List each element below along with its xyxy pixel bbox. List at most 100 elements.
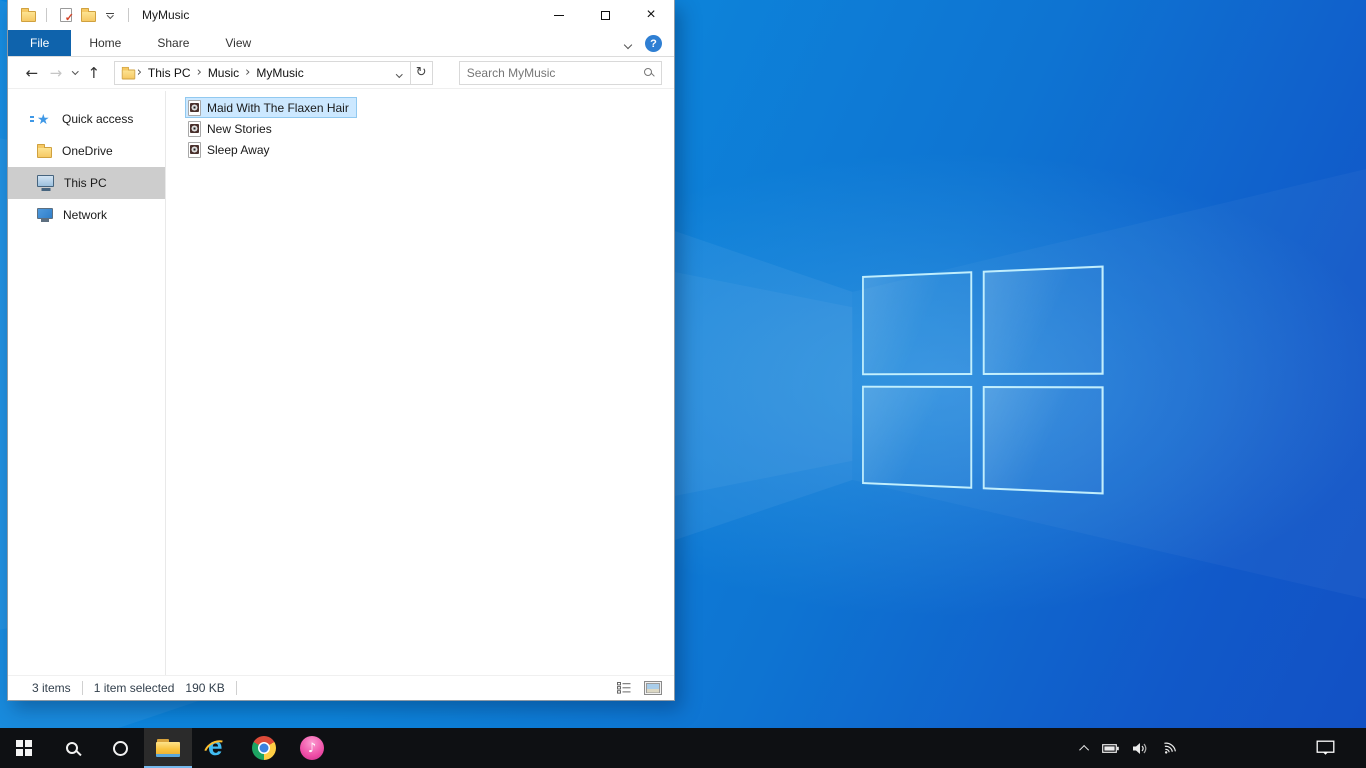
breadcrumb-mymusic[interactable]: MyMusic: [251, 66, 308, 80]
back-button[interactable]: ←: [20, 64, 44, 82]
file-name: Maid With The Flaxen Hair: [207, 100, 349, 115]
folder-icon: [21, 8, 36, 22]
file-item[interactable]: Maid With The Flaxen Hair: [185, 97, 357, 118]
separator: [128, 8, 129, 22]
cortana-button[interactable]: [96, 728, 144, 768]
wifi-icon: [1164, 742, 1176, 754]
caption-buttons: ×: [536, 0, 674, 30]
music-file-icon: [188, 141, 201, 158]
itunes-icon: ♪: [300, 736, 324, 760]
windows-logo-pane: [862, 385, 972, 489]
explorer-content: ★ Quick access OneDrive This PC Network: [8, 91, 674, 675]
address-bar[interactable]: › This PC › Music › MyMusic: [113, 60, 411, 85]
chevron-down-icon: [71, 67, 78, 75]
volume-button[interactable]: [1132, 742, 1148, 755]
close-button[interactable]: ×: [628, 0, 674, 30]
network-wifi-button[interactable]: [1161, 742, 1177, 755]
selection-size: 190 KB: [185, 681, 225, 695]
minimize-button[interactable]: [536, 0, 582, 30]
onedrive-folder-icon: [37, 144, 52, 158]
up-button[interactable]: ↑: [82, 64, 106, 82]
breadcrumb-separator: ›: [196, 65, 202, 80]
properties-icon: ✓: [60, 8, 74, 24]
this-pc-monitor-icon: [37, 174, 54, 187]
chevron-up-icon: [1079, 744, 1090, 755]
new-folder-icon: [81, 8, 96, 22]
file-item[interactable]: New Stories: [185, 118, 280, 139]
title-bar: ✓ MyMusic ×: [8, 0, 674, 30]
chevron-down-icon: [396, 71, 403, 78]
explorer-window: ✓ MyMusic × File Home Share View ? ← → ↑…: [7, 0, 675, 701]
taskbar-internet-explorer-button[interactable]: e: [192, 728, 240, 768]
maximize-icon: [600, 10, 610, 20]
qat-new-folder-button[interactable]: [78, 8, 99, 22]
maximize-button[interactable]: [582, 0, 628, 30]
windows-logo-pane: [982, 265, 1104, 375]
close-icon: ×: [646, 6, 656, 23]
breadcrumb-this-pc[interactable]: This PC: [143, 66, 196, 80]
battery-icon: [1102, 743, 1119, 753]
forward-button[interactable]: →: [44, 64, 68, 82]
large-icons-view-button[interactable]: [642, 679, 664, 697]
search-box: [458, 60, 663, 85]
search-icon[interactable]: [644, 67, 653, 76]
refresh-button[interactable]: ↻: [410, 60, 433, 85]
cortana-icon: [112, 740, 128, 756]
taskbar-itunes-button[interactable]: ♪: [288, 728, 336, 768]
search-icon: [66, 742, 78, 754]
speaker-icon: [1133, 742, 1147, 754]
breadcrumb-separator: ›: [245, 65, 251, 80]
breadcrumb-music[interactable]: Music: [203, 66, 244, 80]
window-title: MyMusic: [142, 8, 190, 22]
details-view-icon: [617, 682, 631, 694]
file-name: Sleep Away: [207, 142, 270, 157]
internet-explorer-icon: e: [203, 732, 229, 761]
qat-customize-button[interactable]: [99, 12, 121, 19]
navigation-bar: ← → ↑ › This PC › Music › MyMusic ↻: [8, 57, 674, 89]
selection-count: 1 item selected: [93, 681, 175, 695]
sidebar-item-this-pc[interactable]: This PC: [8, 167, 165, 199]
chevron-down-icon: [106, 12, 114, 19]
window-system-icon[interactable]: [18, 8, 39, 22]
taskbar-file-explorer-button[interactable]: [144, 728, 192, 768]
taskbar: e ♪: [0, 728, 1366, 768]
ribbon-expand-button[interactable]: [623, 35, 633, 53]
sidebar-item-quick-access[interactable]: ★ Quick access: [8, 103, 165, 135]
ribbon-tabs: File Home Share View ?: [8, 30, 674, 57]
qat-properties-button[interactable]: ✓: [54, 8, 78, 24]
thumbnail-view-icon: [644, 681, 662, 695]
sidebar-item-onedrive[interactable]: OneDrive: [8, 135, 165, 167]
sidebar-item-network[interactable]: Network: [8, 199, 165, 231]
battery-status-button[interactable]: [1102, 743, 1119, 754]
music-file-icon: [188, 99, 201, 116]
file-explorer-icon: [156, 739, 180, 757]
chrome-icon: [252, 736, 276, 760]
sidebar-item-label: This PC: [64, 176, 107, 190]
file-name: New Stories: [207, 121, 272, 136]
system-tray: [1079, 728, 1366, 768]
chevron-down-icon: [623, 40, 633, 49]
sidebar-item-label: Network: [63, 208, 108, 222]
start-button[interactable]: [0, 728, 48, 768]
tab-view[interactable]: View: [207, 30, 269, 56]
separator: [235, 681, 237, 695]
tab-share[interactable]: Share: [139, 30, 207, 56]
network-icon: [37, 207, 53, 219]
file-item[interactable]: Sleep Away: [185, 139, 278, 160]
details-view-button[interactable]: [615, 680, 633, 696]
taskbar-chrome-button[interactable]: [240, 728, 288, 768]
search-input[interactable]: [459, 61, 662, 84]
address-dropdown-button[interactable]: [396, 64, 403, 82]
folder-icon: [121, 66, 135, 79]
check-icon: ✓: [64, 12, 74, 24]
hidden-icons-button[interactable]: [1079, 744, 1090, 755]
windows-start-icon: [16, 740, 32, 756]
windows-logo-pane: [982, 385, 1104, 495]
navigation-pane: ★ Quick access OneDrive This PC Network: [8, 91, 166, 675]
tab-file[interactable]: File: [8, 30, 72, 56]
taskbar-search-button[interactable]: [48, 728, 96, 768]
recent-locations-button[interactable]: [68, 67, 82, 75]
help-button[interactable]: ?: [645, 35, 662, 52]
tab-home[interactable]: Home: [71, 30, 139, 56]
action-center-button[interactable]: [1303, 740, 1347, 756]
